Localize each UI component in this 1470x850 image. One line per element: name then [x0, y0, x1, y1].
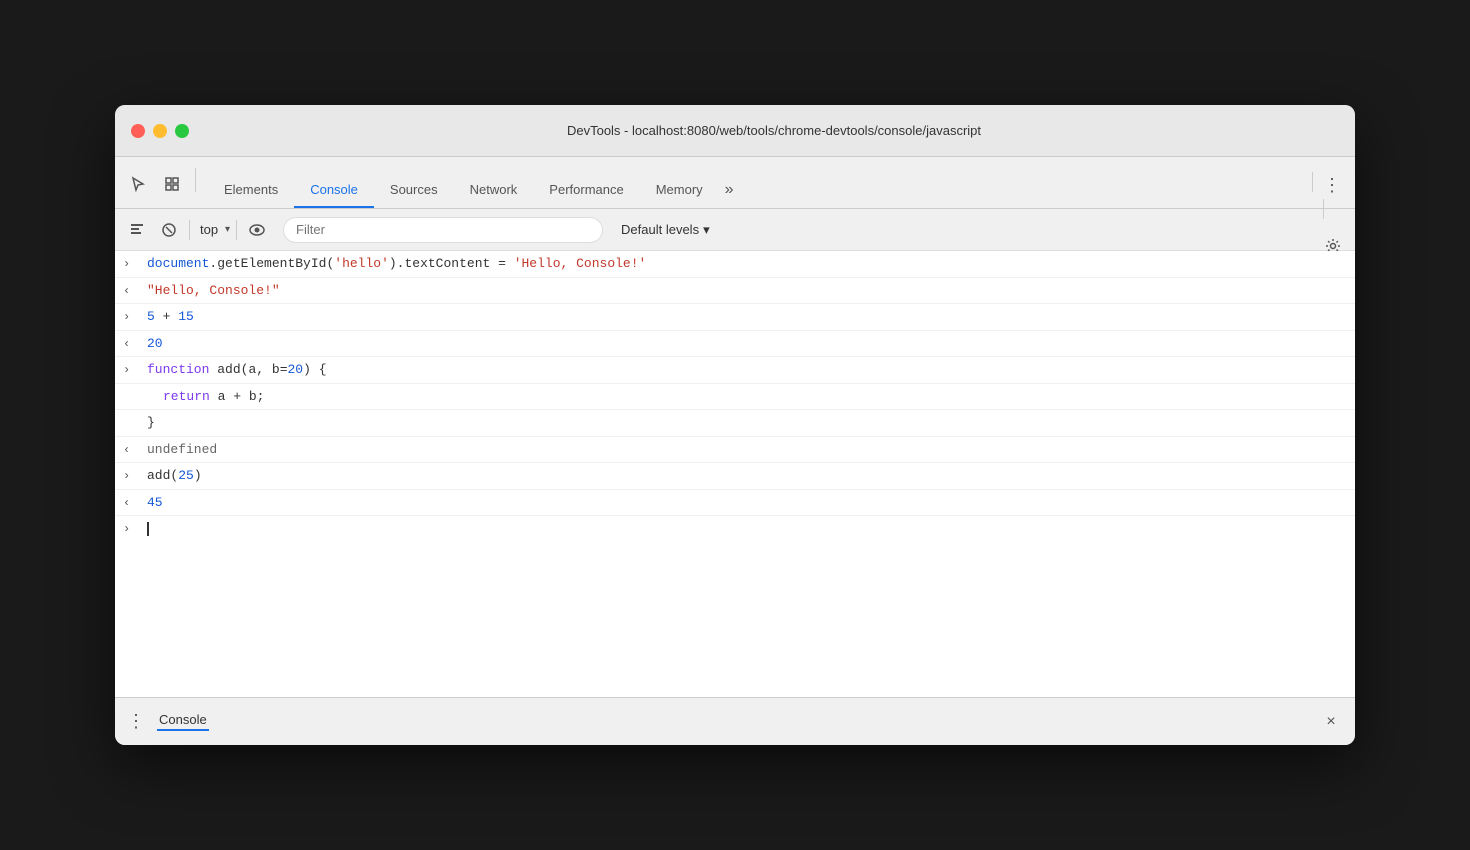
default-levels-button[interactable]: Default levels ▾ [615, 218, 716, 242]
more-options-button[interactable]: ⋮ [1317, 171, 1347, 200]
toolbar-divider-2 [236, 220, 237, 240]
line-content-5c: } [147, 413, 1347, 433]
line-content-3: 5 + 15 [147, 307, 1347, 327]
tab-elements[interactable]: Elements [208, 172, 294, 208]
drawer-dots-icon[interactable]: ⋮ [127, 711, 145, 732]
line-content-1: document.getElementById('hello').textCon… [147, 254, 1347, 274]
minimize-button[interactable] [153, 124, 167, 138]
filter-input[interactable] [283, 217, 603, 243]
bottom-drawer: ⋮ Console × [115, 697, 1355, 745]
console-prompt-line[interactable]: › [115, 516, 1355, 542]
input-arrow-3: › [123, 308, 143, 326]
context-dropdown-arrow: ▾ [225, 224, 230, 235]
toolbar-divider-3 [1323, 199, 1324, 219]
console-line-2: ‹ "Hello, Console!" [115, 278, 1355, 305]
output-arrow-6: ‹ [123, 441, 143, 459]
input-arrow-1: › [123, 255, 143, 273]
line-content-2: "Hello, Console!" [147, 281, 1347, 301]
console-line-8: ‹ 45 [115, 490, 1355, 517]
window-title: DevTools - localhost:8080/web/tools/chro… [209, 123, 1339, 138]
prompt-content[interactable] [147, 519, 1347, 539]
tab-network[interactable]: Network [454, 172, 534, 208]
drawer-console-label[interactable]: Console [157, 712, 209, 731]
console-line-3: › 5 + 15 [115, 304, 1355, 331]
cursor [147, 522, 149, 536]
tab-bar: Elements Console Sources Network Perform… [115, 157, 1355, 209]
line-content-5b: return a + b; [147, 387, 1347, 407]
output-arrow-2: ‹ [123, 282, 143, 300]
clear-icon [129, 222, 145, 238]
toolbar-divider-1 [189, 220, 190, 240]
input-arrow-5: › [123, 361, 143, 379]
tab-sources[interactable]: Sources [374, 172, 454, 208]
clear-console-button[interactable] [123, 216, 151, 244]
console-line-5c: › } [115, 410, 1355, 437]
window-controls [131, 124, 189, 138]
close-button[interactable] [131, 124, 145, 138]
toolbar-left [123, 168, 200, 208]
stop-recording-button[interactable] [155, 216, 183, 244]
drawer-close-button[interactable]: × [1319, 710, 1343, 734]
inspect-icon-btn[interactable] [157, 169, 187, 199]
console-line-1: › document.getElementById('hello').textC… [115, 251, 1355, 278]
line-content-6: undefined [147, 440, 1347, 460]
main-tabs: Elements Console Sources Network Perform… [208, 172, 1308, 208]
toolbar-divider [195, 168, 196, 192]
line-content-4: 20 [147, 334, 1347, 354]
title-bar: DevTools - localhost:8080/web/tools/chro… [115, 105, 1355, 157]
eye-icon-button[interactable] [243, 216, 271, 244]
tab-bar-right-divider [1312, 172, 1313, 192]
console-toolbar: top ▾ Default levels ▾ [115, 209, 1355, 251]
console-line-6: ‹ undefined [115, 437, 1355, 464]
line-content-8: 45 [147, 493, 1347, 513]
console-line-4: ‹ 20 [115, 331, 1355, 358]
cursor-icon-btn[interactable] [123, 169, 153, 199]
maximize-button[interactable] [175, 124, 189, 138]
input-arrow-5b: › [123, 388, 143, 406]
console-line-5: › function add(a, b=20) { [115, 357, 1355, 384]
line-content-5: function add(a, b=20) { [147, 360, 1347, 380]
input-arrow-5c: › [123, 414, 143, 432]
console-line-7: › add(25) [115, 463, 1355, 490]
inspect-icon [164, 176, 180, 192]
context-selector[interactable]: top ▾ [196, 220, 230, 239]
tab-console[interactable]: Console [294, 172, 374, 208]
tab-performance[interactable]: Performance [533, 172, 639, 208]
output-arrow-8: ‹ [123, 494, 143, 512]
input-arrow-7: › [123, 467, 143, 485]
console-output[interactable]: › document.getElementById('hello').textC… [115, 251, 1355, 697]
console-line-5b: › return a + b; [115, 384, 1355, 411]
tab-memory[interactable]: Memory [640, 172, 719, 208]
cursor-icon [130, 176, 146, 192]
output-arrow-4: ‹ [123, 335, 143, 353]
stop-icon [161, 222, 177, 238]
devtools-window: DevTools - localhost:8080/web/tools/chro… [115, 105, 1355, 745]
tabs-more-button[interactable]: » [719, 172, 740, 208]
eye-icon [248, 222, 266, 238]
prompt-arrow: › [123, 520, 143, 538]
line-content-7: add(25) [147, 466, 1347, 486]
context-select-input[interactable]: top [196, 220, 223, 239]
